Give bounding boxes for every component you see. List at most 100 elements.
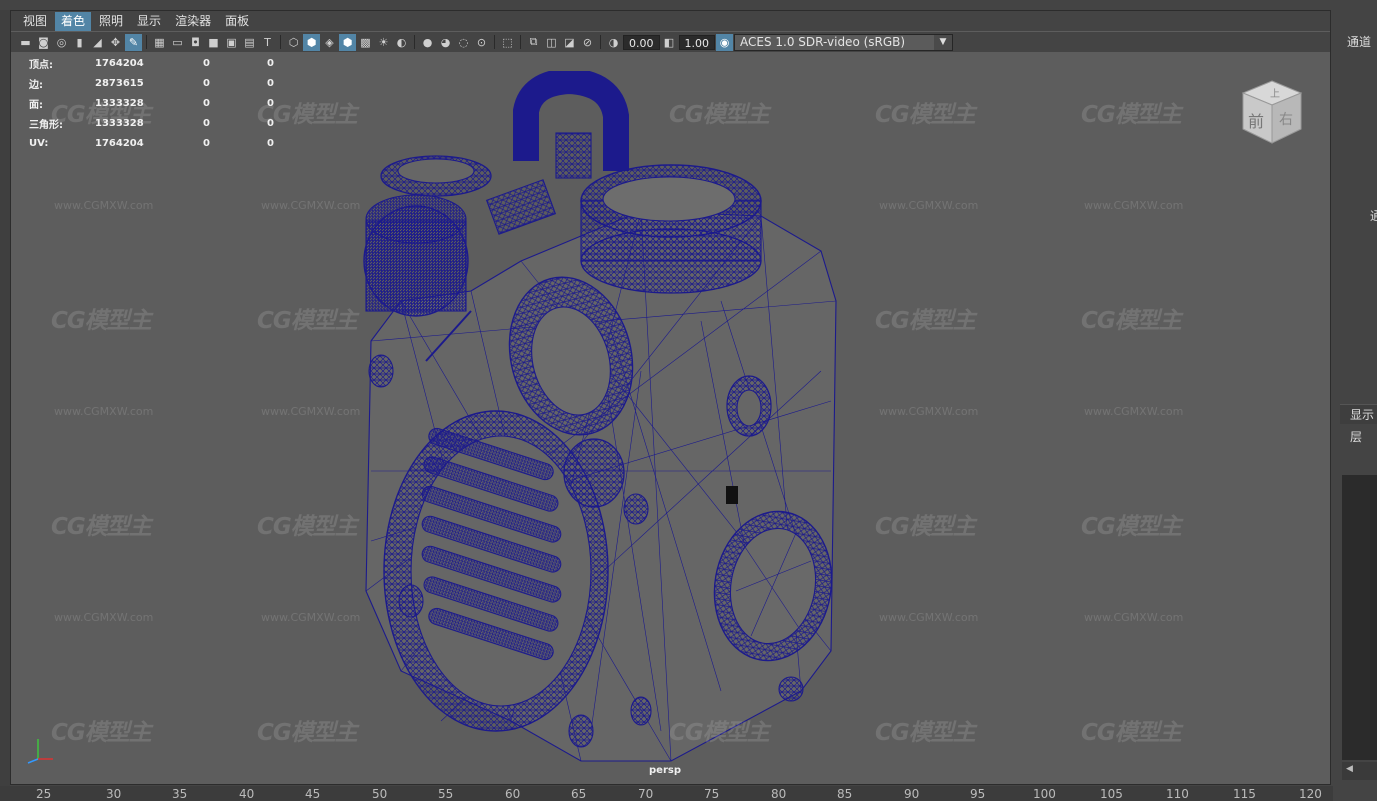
ruler-tick: 115: [1233, 787, 1256, 801]
2d-pan-zoom-icon[interactable]: ✥: [107, 34, 124, 51]
menu-renderer[interactable]: 渲染器: [169, 12, 217, 31]
menu-lighting[interactable]: 照明: [93, 12, 129, 31]
ruler-tick: 100: [1033, 787, 1056, 801]
backface-culling-icon[interactable]: ⊘: [579, 34, 596, 51]
watermark-logo: CG模型主: [875, 514, 976, 540]
time-slider[interactable]: 25 30 35 40 45 50 55 60 65 70 75 80 85 9…: [0, 786, 1333, 801]
viewcube-right-label[interactable]: 右: [1279, 112, 1293, 128]
stat-row-triangles: 三角形: 1333328 0 0: [29, 113, 295, 133]
toolbar-separator: [600, 35, 601, 49]
use-all-lights-icon[interactable]: ☀: [375, 34, 392, 51]
stat-label: 面:: [29, 99, 43, 111]
scroll-left-icon[interactable]: ◀: [1346, 764, 1353, 774]
viewcube-front-label[interactable]: 前: [1248, 112, 1264, 131]
exposure-icon[interactable]: ◑: [605, 34, 622, 51]
exposure-field[interactable]: 0.00: [623, 34, 660, 50]
ruler-tick: 90: [904, 787, 920, 801]
depth-of-field-icon[interactable]: ⊙: [473, 34, 490, 51]
stat-total: 1764204: [95, 57, 144, 69]
ruler-tick: 110: [1166, 787, 1189, 801]
ruler-tick: 75: [704, 787, 720, 801]
select-camera-icon[interactable]: ▬: [17, 34, 34, 51]
left-strip: [0, 10, 10, 786]
grease-pencil-icon[interactable]: ✎: [125, 33, 142, 51]
stat-label: 边:: [29, 79, 43, 91]
menu-view[interactable]: 视图: [17, 12, 53, 31]
viewcube-top-label[interactable]: 上: [1270, 88, 1280, 100]
stat-total: 2873615: [95, 77, 144, 89]
stat-label: 顶点:: [29, 59, 53, 71]
watermark-url: www.CGMXW.com: [879, 611, 979, 624]
xray-components-icon[interactable]: ◪: [561, 34, 578, 51]
xray-joints-icon[interactable]: ◫: [543, 34, 560, 51]
textured-icon[interactable]: ▩: [357, 34, 374, 51]
view-transform-value: ACES 1.0 SDR-video (sRGB): [740, 34, 906, 49]
wireframe-on-shaded-icon[interactable]: ⬢: [339, 33, 356, 51]
wireframe-icon[interactable]: ⬡: [285, 34, 302, 51]
menu-shading[interactable]: 着色: [55, 11, 92, 31]
watermark-logo: CG模型主: [51, 514, 152, 540]
image-plane-icon[interactable]: ◢: [89, 34, 106, 51]
lock-camera-icon[interactable]: ◙: [35, 34, 52, 51]
stat-row-faces: 面: 1333328 0 0: [29, 93, 295, 113]
viewport-panel[interactable]: 视图 着色 照明 显示 渲染器 面板 ▬ ◙ ◎ ▮ ◢ ✥ ✎ ▦ ▭ ◘ ■…: [10, 10, 1331, 785]
watermark-url: www.CGMXW.com: [1084, 611, 1184, 624]
stat-component: 0: [267, 57, 274, 69]
viewcube[interactable]: 上 前 右: [1237, 77, 1307, 147]
xray-icon[interactable]: ⧉: [525, 34, 542, 51]
stat-total: 1764204: [95, 137, 144, 149]
watermark-logo: CG模型主: [875, 308, 976, 334]
motion-blur-icon[interactable]: ◕: [437, 34, 454, 51]
field-chart-icon[interactable]: ▣: [223, 34, 240, 51]
watermark-logo: CG模型主: [1081, 102, 1182, 128]
toolbar-separator: [146, 35, 147, 49]
ruler-tick: 50: [372, 787, 388, 801]
watermark-logo: CG模型主: [1081, 308, 1182, 334]
gamma-field[interactable]: 1.00: [678, 34, 715, 50]
toolbar-separator: [414, 35, 415, 49]
view-transform-dropdown[interactable]: ACES 1.0 SDR-video (sRGB) ▼: [734, 33, 953, 51]
channel-box-tab[interactable]: 通道: [1347, 33, 1371, 50]
wireframe-model[interactable]: [341, 71, 851, 771]
bookmark-icon[interactable]: ▮: [71, 34, 88, 51]
stat-total: 1333328: [95, 97, 144, 109]
anti-aliasing-icon[interactable]: ◌: [455, 34, 472, 51]
isolate-select-icon[interactable]: ⬚: [499, 34, 516, 51]
display-layer-tab[interactable]: 显示: [1340, 404, 1377, 424]
smooth-shade-icon[interactable]: ⬢: [303, 33, 320, 51]
layer-menu[interactable]: 层: [1350, 428, 1362, 445]
shadows-icon[interactable]: ◐: [393, 34, 410, 51]
watermark-url: www.CGMXW.com: [1084, 405, 1184, 418]
menu-panels[interactable]: 面板: [219, 12, 255, 31]
gamma-icon[interactable]: ◧: [661, 34, 678, 51]
stat-selected: 0: [203, 77, 210, 89]
default-material-icon[interactable]: ◈: [321, 34, 338, 51]
film-gate-icon[interactable]: ▭: [169, 34, 186, 51]
menu-show[interactable]: 显示: [131, 12, 167, 31]
ruler-tick: 60: [505, 787, 521, 801]
camera-attributes-icon[interactable]: ◎: [53, 34, 70, 51]
channel-box-panel: 通道 通 显示 层 ◀: [1333, 0, 1377, 801]
safe-action-icon[interactable]: ▤: [241, 34, 258, 51]
stat-component: 0: [267, 97, 274, 109]
horizontal-scrollbar[interactable]: ◀: [1342, 762, 1377, 780]
panel-toolbar: ▬ ◙ ◎ ▮ ◢ ✥ ✎ ▦ ▭ ◘ ■ ▣ ▤ T ⬡ ⬢ ◈ ⬢ ▩ ☀ …: [11, 32, 1330, 52]
screen-space-ao-icon[interactable]: ●: [419, 34, 436, 51]
watermark-url: www.CGMXW.com: [879, 199, 979, 212]
gate-mask-icon[interactable]: ■: [205, 34, 222, 51]
watermark-url: www.CGMXW.com: [54, 199, 154, 212]
watermark-logo: CG模型主: [1081, 720, 1182, 746]
stat-selected: 0: [203, 97, 210, 109]
grid-icon[interactable]: ▦: [151, 34, 168, 51]
resolution-gate-icon[interactable]: ◘: [187, 34, 204, 51]
watermark-logo: CG模型主: [51, 308, 152, 334]
layer-list: [1342, 475, 1377, 760]
watermark-logo: CG模型主: [1081, 514, 1182, 540]
watermark-url: www.CGMXW.com: [54, 611, 154, 624]
toolbar-separator: [494, 35, 495, 49]
stat-selected: 0: [203, 117, 210, 129]
color-management-icon[interactable]: ◉: [716, 33, 733, 51]
safe-title-icon[interactable]: T: [259, 34, 276, 51]
maya-window: 视图 着色 照明 显示 渲染器 面板 ▬ ◙ ◎ ▮ ◢ ✥ ✎ ▦ ▭ ◘ ■…: [0, 0, 1377, 801]
ruler-tick: 65: [571, 787, 587, 801]
